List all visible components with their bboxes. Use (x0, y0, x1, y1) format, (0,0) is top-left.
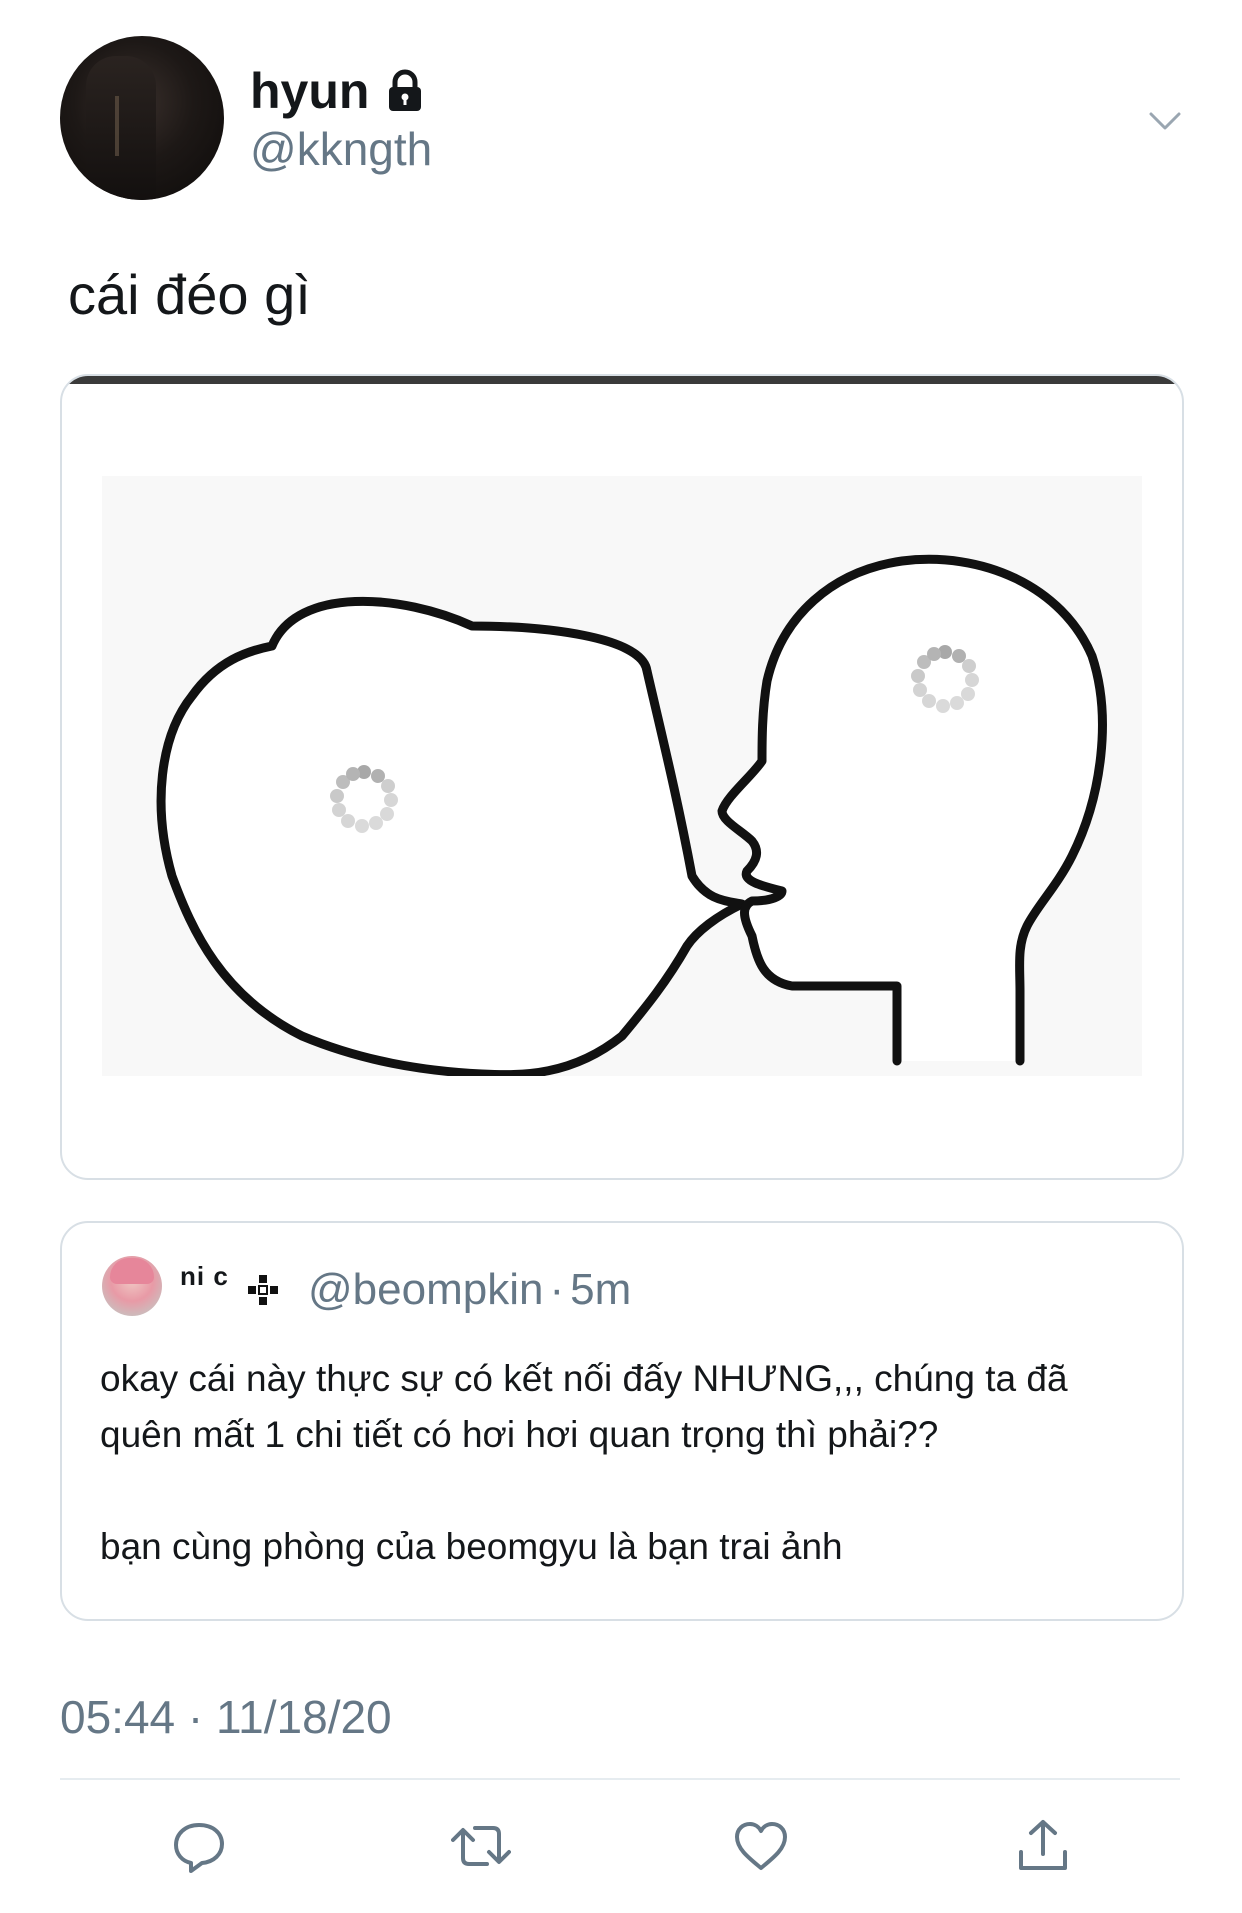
share-button[interactable] (1012, 1815, 1074, 1877)
separator-dot: · (549, 1265, 565, 1314)
quoted-author-avatar[interactable] (102, 1256, 162, 1316)
reply-button[interactable] (168, 1815, 230, 1877)
quoted-tweet-card[interactable]: ni c @beompkin · 5m okay cái này thực sự c… (60, 1221, 1184, 1621)
author-display-name[interactable]: hyun (250, 62, 427, 120)
tweet-text: cái đéo gì (68, 263, 311, 326)
quoted-text-paragraph-1: okay cái này thực sự có kết nối đấy NHƯN… (100, 1358, 1068, 1455)
avatar-figure (86, 56, 156, 200)
meme-image[interactable] (102, 476, 1142, 1076)
tweet-detail: hyun @kkngth cái đéo gì ni c @beompkin ·… (0, 0, 1242, 1913)
divider (60, 1778, 1180, 1780)
heart-icon (735, 1822, 787, 1870)
quoted-text-paragraph-2: bạn cùng phòng của beomgyu là bạn trai ả… (100, 1526, 843, 1567)
quoted-tweet-time: 5m (570, 1265, 632, 1314)
tweet-timestamp[interactable]: 05:44 · 11/18/20 (60, 1690, 392, 1744)
quoted-author-name[interactable]: ni c (180, 1261, 229, 1292)
retweet-icon (451, 1826, 511, 1866)
media-card[interactable] (60, 374, 1184, 1180)
sparkle-emoji-icon (248, 1275, 278, 1305)
reply-icon (174, 1823, 224, 1873)
author-handle[interactable]: @kkngth (250, 122, 432, 176)
avatar-hair (110, 1258, 154, 1284)
media-top-bar (62, 376, 1182, 384)
quoted-author-handle-line[interactable]: @beompkin · 5m (308, 1265, 631, 1315)
author-avatar[interactable] (60, 36, 224, 200)
author-name-text: hyun (250, 63, 370, 119)
retweet-button[interactable] (450, 1815, 512, 1877)
chevron-down-icon[interactable] (1145, 100, 1185, 140)
share-icon (1019, 1820, 1067, 1870)
quoted-author-handle: @beompkin (308, 1265, 544, 1314)
avatar-detail (115, 96, 119, 156)
quoted-tweet-text: okay cái này thực sự có kết nối đấy NHƯN… (100, 1351, 1160, 1575)
like-button[interactable] (730, 1815, 792, 1877)
lock-icon (389, 69, 422, 111)
